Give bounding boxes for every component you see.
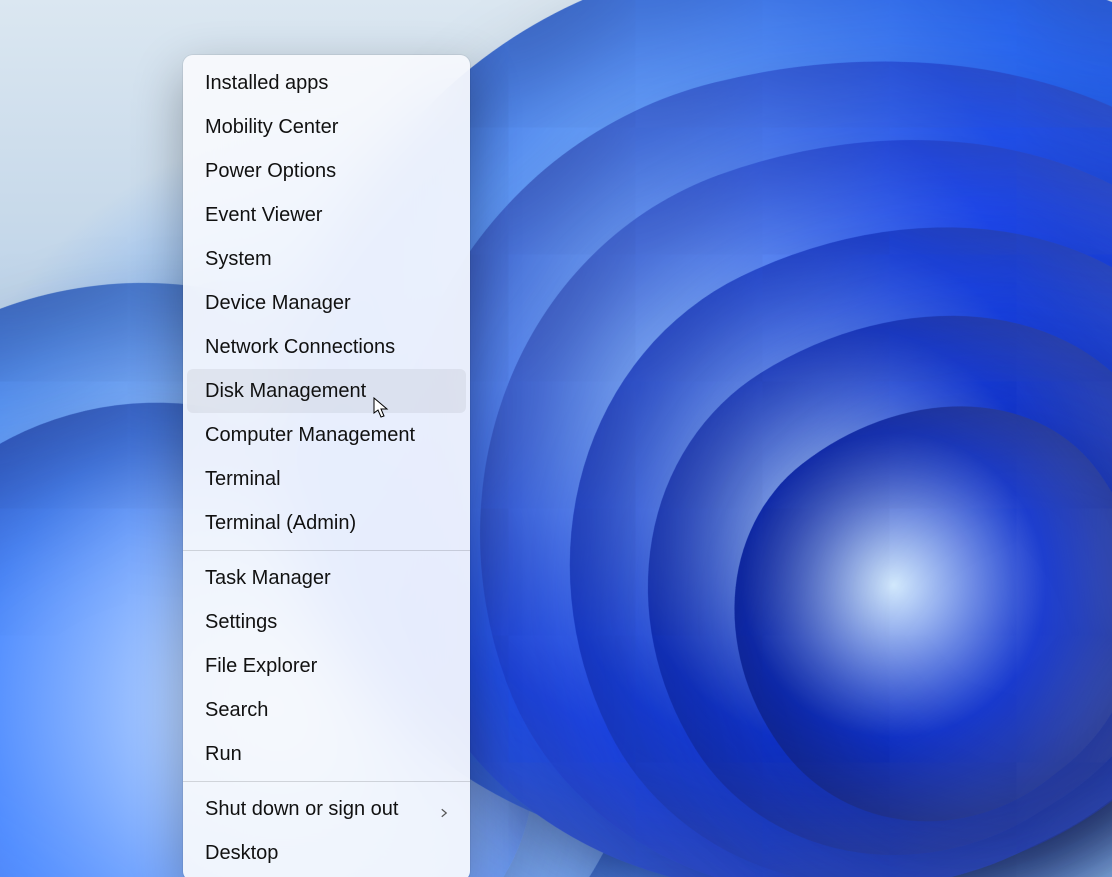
menu-item-shutdown-signout[interactable]: Shut down or sign out bbox=[187, 787, 466, 831]
menu-item-terminal-admin[interactable]: Terminal (Admin) bbox=[187, 501, 466, 545]
menu-item-label: System bbox=[205, 248, 448, 271]
menu-item-terminal[interactable]: Terminal bbox=[187, 457, 466, 501]
menu-item-label: Terminal (Admin) bbox=[205, 512, 448, 535]
menu-item-label: Event Viewer bbox=[205, 204, 448, 227]
menu-item-label: Terminal bbox=[205, 468, 448, 491]
menu-item-label: Run bbox=[205, 743, 448, 766]
menu-item-label: Mobility Center bbox=[205, 116, 448, 139]
menu-item-label: Installed apps bbox=[205, 72, 448, 95]
menu-item-label: Computer Management bbox=[205, 424, 448, 447]
menu-item-label: Network Connections bbox=[205, 336, 448, 359]
menu-item-label: Device Manager bbox=[205, 292, 448, 315]
menu-item-label: Desktop bbox=[205, 842, 448, 865]
menu-item-label: Power Options bbox=[205, 160, 448, 183]
menu-item-run[interactable]: Run bbox=[187, 732, 466, 776]
menu-separator bbox=[183, 550, 470, 551]
menu-item-label: File Explorer bbox=[205, 655, 448, 678]
menu-item-label: Search bbox=[205, 699, 448, 722]
menu-item-disk-management[interactable]: Disk Management bbox=[187, 369, 466, 413]
menu-item-event-viewer[interactable]: Event Viewer bbox=[187, 193, 466, 237]
menu-item-label: Disk Management bbox=[205, 380, 448, 403]
desktop-wallpaper bbox=[0, 0, 1112, 877]
menu-item-computer-management[interactable]: Computer Management bbox=[187, 413, 466, 457]
menu-separator bbox=[183, 781, 470, 782]
menu-item-settings[interactable]: Settings bbox=[187, 600, 466, 644]
menu-item-desktop[interactable]: Desktop bbox=[187, 831, 466, 875]
menu-item-mobility-center[interactable]: Mobility Center bbox=[187, 105, 466, 149]
menu-item-search[interactable]: Search bbox=[187, 688, 466, 732]
winx-context-menu[interactable]: Installed apps Mobility Center Power Opt… bbox=[183, 55, 470, 877]
menu-item-task-manager[interactable]: Task Manager bbox=[187, 556, 466, 600]
menu-item-power-options[interactable]: Power Options bbox=[187, 149, 466, 193]
menu-item-device-manager[interactable]: Device Manager bbox=[187, 281, 466, 325]
menu-item-label: Task Manager bbox=[205, 567, 448, 590]
menu-item-label: Settings bbox=[205, 611, 448, 634]
menu-item-label: Shut down or sign out bbox=[205, 798, 448, 821]
chevron-right-icon bbox=[438, 802, 452, 816]
menu-item-file-explorer[interactable]: File Explorer bbox=[187, 644, 466, 688]
menu-item-installed-apps[interactable]: Installed apps bbox=[187, 61, 466, 105]
menu-item-network-connections[interactable]: Network Connections bbox=[187, 325, 466, 369]
menu-item-system[interactable]: System bbox=[187, 237, 466, 281]
